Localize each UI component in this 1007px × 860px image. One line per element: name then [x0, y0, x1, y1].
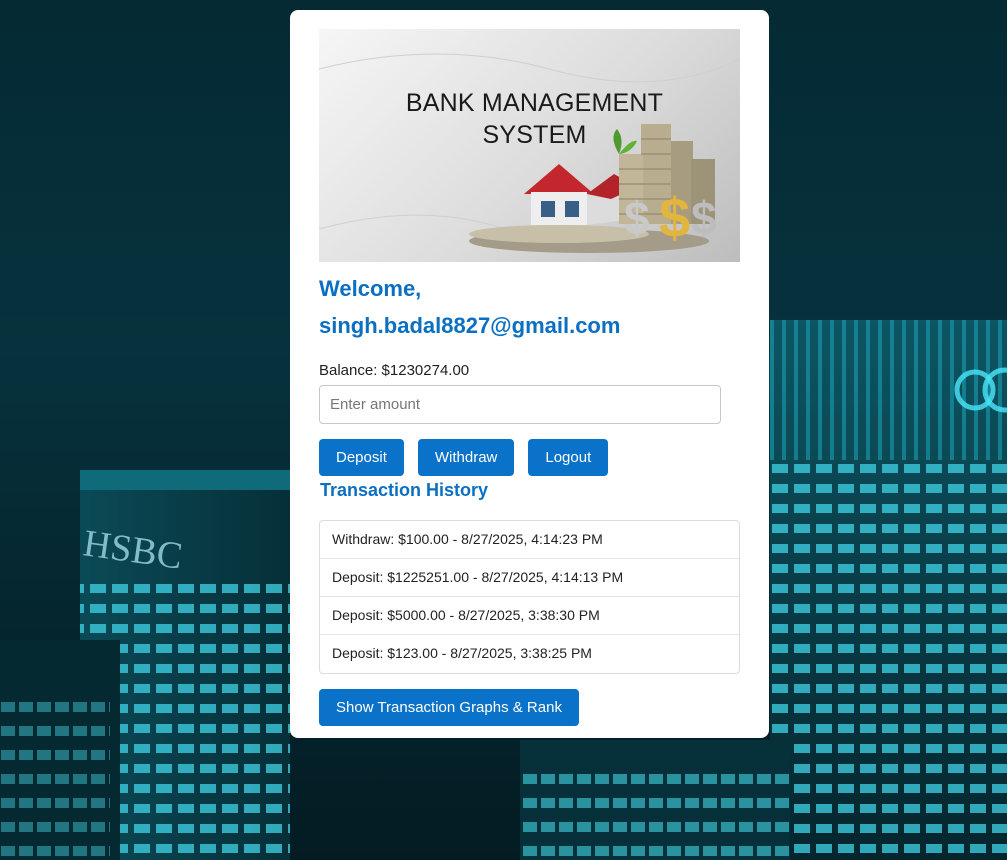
welcome-greeting: Welcome, [319, 276, 422, 301]
dollar-icon: $ [624, 192, 650, 244]
transaction-history-title: Transaction History [320, 480, 489, 500]
withdraw-button[interactable]: Withdraw [417, 439, 515, 476]
bank-banner-image: $ $ $ BANK MANAGEMENT SYSTEM [319, 29, 740, 262]
logout-button[interactable]: Logout [528, 439, 609, 476]
account-card: $ $ $ BANK MANAGEMENT SYSTEM Welcome, si… [290, 10, 769, 738]
list-item: Deposit: $1225251.00 - 8/27/2025, 4:14:1… [320, 559, 739, 597]
list-item: Deposit: $123.00 - 8/27/2025, 3:38:25 PM [332, 645, 592, 661]
amount-input[interactable] [319, 385, 721, 424]
list-item: Withdraw: $100.00 - 8/27/2025, 4:14:23 P… [320, 521, 739, 559]
banner-title: BANK MANAGEMENT SYSTEM [319, 87, 740, 151]
list-item: Deposit: $5000.00 - 8/27/2025, 3:38:30 P… [320, 597, 739, 635]
banner-title-line1: BANK MANAGEMENT [405, 89, 664, 117]
welcome-heading: Welcome, singh.badal8827@gmail.com [319, 270, 740, 344]
user-email: singh.badal8827@gmail.com [319, 313, 621, 338]
action-buttons: Deposit Withdraw Logout [319, 439, 740, 476]
balance-label: Balance: $1230274.00 [319, 362, 470, 379]
dollar-icon: $ [691, 192, 717, 244]
transaction-history-list: Withdraw: $100.00 - 8/27/2025, 4:14:23 P… [319, 520, 740, 674]
banner-title-line2: SYSTEM [482, 121, 587, 149]
show-graphs-button[interactable]: Show Transaction Graphs & Rank [319, 689, 579, 726]
dollar-icon: $ [659, 186, 690, 249]
deposit-button[interactable]: Deposit [319, 439, 404, 476]
